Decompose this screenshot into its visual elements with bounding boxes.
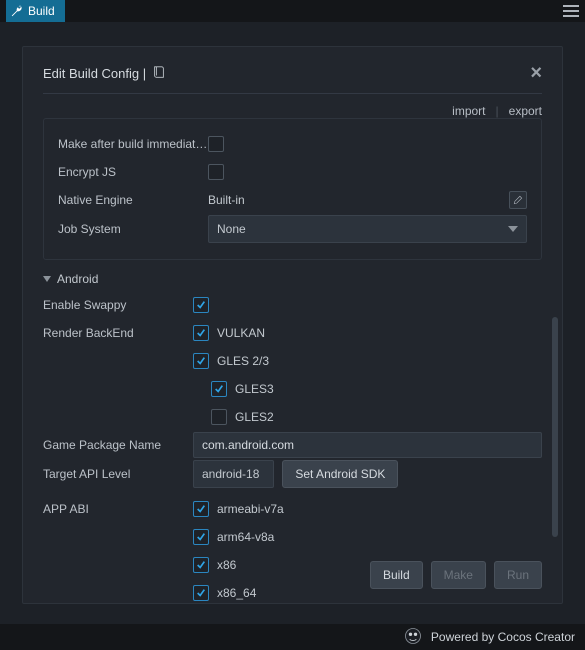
checkbox-armeabi-v7a[interactable]	[193, 501, 209, 517]
panel-title: Edit Build Config |	[43, 65, 166, 82]
label-package-name: Game Package Name	[43, 438, 193, 452]
label-target-api: Target API Level	[43, 467, 193, 481]
row-gles23: GLES 2/3	[43, 348, 542, 374]
checkbox-gles2[interactable]	[211, 409, 227, 425]
label-enable-swappy: Enable Swappy	[43, 298, 193, 312]
title-text: Build	[28, 4, 55, 18]
set-android-sdk-button[interactable]: Set Android SDK	[282, 460, 398, 488]
label-make-after-build: Make after build immediat…	[58, 137, 208, 151]
row-target-api: Target API Level android-18 Set Android …	[43, 460, 542, 488]
checkbox-gles3[interactable]	[211, 381, 227, 397]
row-job-system: Job System None	[58, 215, 527, 243]
select-target-api[interactable]: android-18	[193, 460, 274, 488]
checkbox-make-after-build[interactable]	[208, 136, 224, 152]
panel-header: Edit Build Config | ×	[43, 63, 542, 94]
row-enable-swappy: Enable Swappy	[43, 292, 542, 318]
row-native-engine: Native Engine Built-in	[58, 187, 527, 213]
powered-by-text: Powered by Cocos Creator	[431, 630, 575, 644]
make-button[interactable]: Make	[431, 561, 486, 589]
label-x86: x86	[217, 558, 236, 572]
row-package-name: Game Package Name	[43, 432, 542, 458]
separator: |	[496, 104, 499, 118]
chevron-down-icon	[508, 226, 518, 232]
book-icon[interactable]	[152, 65, 166, 82]
scrollbar[interactable]	[552, 317, 558, 537]
label-gles3: GLES3	[235, 382, 274, 396]
label-x86-64: x86_64	[217, 586, 256, 600]
select-target-api-value: android-18	[202, 467, 259, 481]
label-gles2: GLES2	[235, 410, 274, 424]
checkbox-gles23[interactable]	[193, 353, 209, 369]
export-link[interactable]: export	[509, 104, 542, 118]
panel-title-text: Edit Build Config |	[43, 66, 146, 81]
label-arm64-v8a: arm64-v8a	[217, 530, 274, 544]
checkbox-x86[interactable]	[193, 557, 209, 573]
select-job-system[interactable]: None	[208, 215, 527, 243]
general-group: Make after build immediat… Encrypt JS Na…	[43, 118, 542, 260]
row-gles3: GLES3	[43, 376, 542, 402]
cocos-logo-icon	[403, 626, 423, 649]
import-export-actions: import | export	[43, 104, 542, 118]
row-arm64-v8a: arm64-v8a	[43, 524, 542, 550]
section-android-header[interactable]: Android	[43, 272, 542, 286]
row-app-abi: APP ABI armeabi-v7a	[43, 496, 542, 522]
label-encrypt-js: Encrypt JS	[58, 165, 208, 179]
close-icon[interactable]: ×	[530, 63, 542, 83]
title-tab-build[interactable]: Build	[6, 0, 65, 22]
row-render-backend: Render BackEnd VULKAN	[43, 320, 542, 346]
row-gles2: GLES2	[43, 404, 542, 430]
label-gles23: GLES 2/3	[217, 354, 269, 368]
chevron-down-icon	[43, 276, 51, 282]
android-group: Enable Swappy Render BackEnd VULKAN GLES…	[43, 292, 542, 606]
title-bar: Build	[0, 0, 585, 22]
label-vulkan: VULKAN	[217, 326, 265, 340]
label-render-backend: Render BackEnd	[43, 326, 193, 340]
label-native-engine: Native Engine	[58, 193, 208, 207]
label-app-abi: APP ABI	[43, 502, 193, 516]
build-config-panel: Edit Build Config | × import | export Ma…	[22, 46, 563, 604]
section-android-title: Android	[57, 272, 98, 286]
wrench-icon	[10, 4, 24, 18]
footer-buttons: Build Make Run	[370, 561, 542, 589]
checkbox-arm64-v8a[interactable]	[193, 529, 209, 545]
import-link[interactable]: import	[452, 104, 485, 118]
input-package-name[interactable]	[193, 432, 542, 458]
menu-icon[interactable]	[563, 5, 579, 17]
build-button[interactable]: Build	[370, 561, 423, 589]
checkbox-enable-swappy[interactable]	[193, 297, 209, 313]
checkbox-vulkan[interactable]	[193, 325, 209, 341]
checkbox-x86-64[interactable]	[193, 585, 209, 601]
checkbox-encrypt-js[interactable]	[208, 164, 224, 180]
run-button[interactable]: Run	[494, 561, 542, 589]
label-job-system: Job System	[58, 222, 208, 236]
status-bar: Powered by Cocos Creator	[0, 624, 585, 650]
select-job-system-value: None	[217, 222, 246, 236]
row-make-after-build: Make after build immediat…	[58, 131, 527, 157]
value-native-engine: Built-in	[208, 193, 245, 207]
edit-native-engine-button[interactable]	[509, 191, 527, 209]
label-armeabi-v7a: armeabi-v7a	[217, 502, 284, 516]
row-encrypt-js: Encrypt JS	[58, 159, 527, 185]
